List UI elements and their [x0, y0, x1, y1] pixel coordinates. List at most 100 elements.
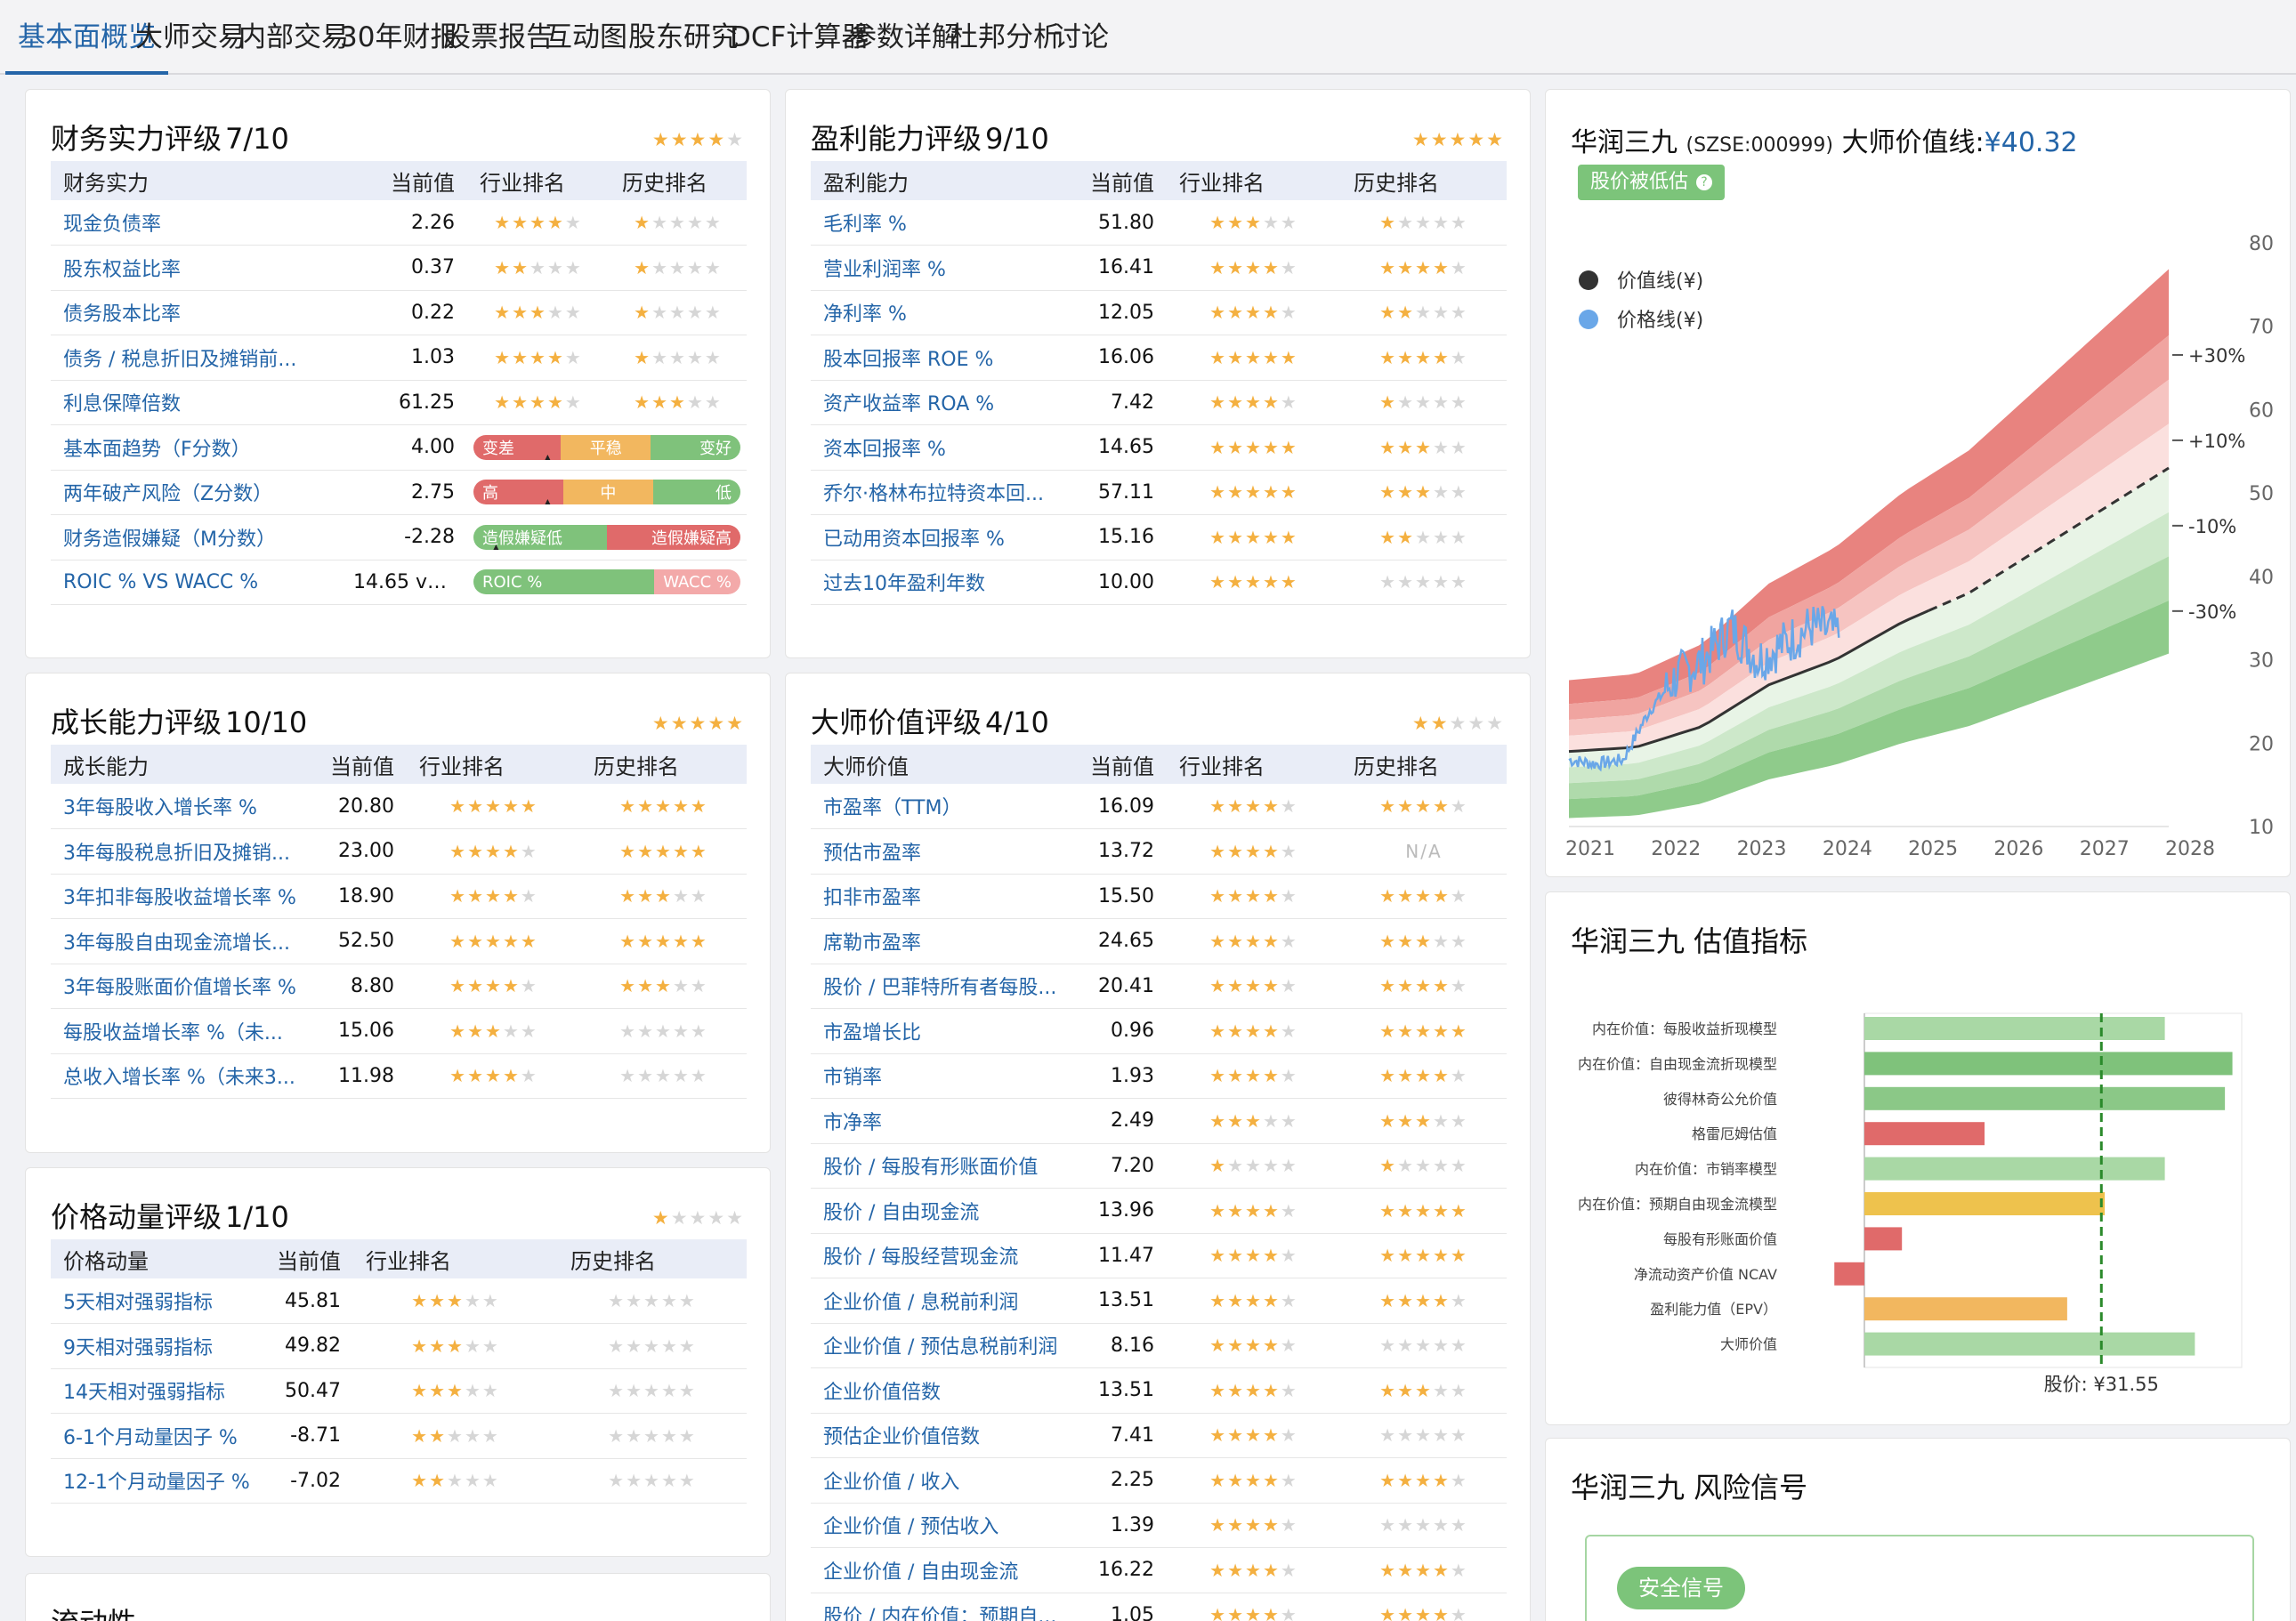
column-header: 行业排名	[353, 1239, 558, 1278]
metric-link[interactable]: 每股收益增长率 %（未...	[51, 1008, 309, 1054]
table-row: 基本面趋势（F分数） 4.00 变差 平稳 变好 ▲	[51, 424, 747, 471]
metric-link[interactable]: 股本回报率 ROE %	[811, 335, 1069, 381]
y-tick-label: 40	[2249, 567, 2274, 589]
star-icon: ★	[1432, 302, 1451, 324]
nav-tab-4[interactable]: 股票报告	[443, 0, 554, 75]
nav-tab-7[interactable]: DCF计算器	[730, 0, 869, 75]
metric-link[interactable]: 债务股本比率	[51, 290, 353, 335]
master-value-card: 大师价值评级 4/10 ★★★★★ 大师价值 当前值 行业排名 历史排名 市盈率（TTM）…	[785, 673, 1531, 1621]
metric-link[interactable]: 两年破产风险（Z分数）	[51, 470, 353, 515]
nav-tab-10[interactable]: 讨论	[1054, 0, 1109, 75]
star-icon: ★	[626, 1380, 644, 1402]
star-icon: ★	[429, 1335, 448, 1357]
metric-link[interactable]: 预估企业价值倍数	[811, 1413, 1069, 1458]
metric-link[interactable]: 企业价值 / 收入	[811, 1457, 1069, 1504]
metric-link[interactable]: 扣非市盈率	[811, 874, 1069, 919]
metric-link[interactable]: 营业利润率 %	[811, 245, 1069, 291]
metric-link[interactable]: 企业价值倍数	[811, 1367, 1069, 1414]
metric-link[interactable]: 3年每股自由现金流增长...	[51, 918, 309, 964]
band-label: -10%	[2188, 516, 2236, 537]
table-row: 6-1个月动量因子 % -8.71 ★★★★★ ★★★★★	[51, 1413, 747, 1459]
metric-link[interactable]: 股价 / 内在价值：预期自...	[811, 1593, 1069, 1621]
star-icon: ★	[1397, 1155, 1416, 1177]
metric-link[interactable]: 席勒市盈率	[811, 918, 1069, 964]
valuation-bar	[1864, 1227, 1903, 1251]
star-icon: ★	[1227, 1245, 1246, 1267]
metric-link[interactable]: 股东权益比率	[51, 245, 353, 291]
metric-link[interactable]: 6-1个月动量因子 %	[51, 1413, 255, 1459]
nav-tab-3[interactable]: 30年财报	[340, 0, 457, 75]
metric-link[interactable]: 财务造假嫌疑（M分数）	[51, 514, 353, 560]
metric-link[interactable]: 企业价值 / 自由现金流	[811, 1547, 1069, 1593]
metric-link[interactable]: 股价 / 每股经营现金流	[811, 1233, 1069, 1278]
star-icon: ★	[1397, 302, 1416, 324]
metric-link[interactable]: 过去10年盈利年数	[811, 560, 1069, 605]
star-icon: ★	[707, 129, 727, 150]
star-icon: ★	[467, 930, 486, 952]
star-icon: ★	[1379, 1514, 1398, 1536]
star-icon: ★	[669, 391, 687, 414]
star-icon: ★	[1262, 256, 1281, 278]
valuation-bar	[1864, 1192, 2106, 1215]
metric-link[interactable]: 企业价值 / 息税前利润	[811, 1278, 1069, 1324]
metric-link[interactable]: 企业价值 / 预估收入	[811, 1503, 1069, 1548]
star-icon: ★	[1379, 1424, 1398, 1447]
star-icon: ★	[686, 302, 705, 324]
industry-rank-stars: ★★★★★	[1167, 1233, 1341, 1278]
metric-value: 8.80	[309, 964, 407, 1009]
metric-link[interactable]: 净利率 %	[811, 290, 1069, 335]
metric-link[interactable]: 市盈率（TTM）	[811, 784, 1069, 829]
star-icon: ★	[1432, 526, 1451, 548]
metric-link[interactable]: 现金负债率	[51, 200, 353, 246]
metric-link[interactable]: 基本面趋势（F分数）	[51, 424, 353, 471]
star-icon: ★	[1280, 571, 1298, 593]
metric-value: 7.42	[1069, 380, 1167, 425]
metric-link[interactable]: ROIC % VS WACC %	[51, 560, 353, 605]
metric-link[interactable]: 已动用资本回报率 %	[811, 514, 1069, 560]
metric-link[interactable]: 乔尔·格林布拉特资本回...	[811, 470, 1069, 515]
metric-link[interactable]: 股价 / 巴菲特所有者每股...	[811, 964, 1069, 1009]
metric-link[interactable]: 3年每股收入增长率 %	[51, 784, 309, 829]
metric-link[interactable]: 3年每股税息折旧及摊销...	[51, 828, 309, 875]
metric-link[interactable]: 9天相对强弱指标	[51, 1323, 255, 1369]
metric-link[interactable]: 市净率	[811, 1098, 1069, 1144]
star-icon: ★	[672, 840, 691, 862]
metric-link[interactable]: 资产收益率 ROA %	[811, 380, 1069, 425]
profitability-stars: ★★★★★	[1412, 131, 1505, 149]
star-icon: ★	[530, 391, 547, 414]
metric-link[interactable]: 债务 / 税息折旧及摊销前...	[51, 335, 353, 381]
valuation-bar	[1864, 1297, 2067, 1321]
star-icon: ★	[1432, 481, 1451, 504]
metric-link[interactable]: 股价 / 自由现金流	[811, 1188, 1069, 1234]
nav-tab-1[interactable]: 大师交易	[135, 0, 246, 75]
metric-link[interactable]: 5天相对强弱指标	[51, 1278, 255, 1324]
metric-link[interactable]: 14天相对强弱指标	[51, 1368, 255, 1414]
metric-link[interactable]: 3年扣非每股收益增长率 %	[51, 874, 309, 919]
metric-link[interactable]: 3年每股账面价值增长率 %	[51, 964, 309, 1009]
metric-link[interactable]: 市销率	[811, 1053, 1069, 1099]
nav-tab-8[interactable]: 参数详解	[849, 0, 959, 75]
metric-link[interactable]: 毛利率 %	[811, 200, 1069, 246]
star-icon: ★	[1379, 1469, 1398, 1491]
nav-tab-6[interactable]: 股东研究	[628, 0, 739, 75]
metric-link[interactable]: 总收入增长率 %（未来3...	[51, 1053, 309, 1099]
star-icon: ★	[1245, 571, 1263, 593]
metric-link[interactable]: 市盈增长比	[811, 1008, 1069, 1054]
nav-tab-5[interactable]: 互动图	[545, 0, 627, 75]
safe-signal-badge[interactable]: 安全信号	[1617, 1567, 1745, 1609]
table-row: 企业价值倍数 13.51 ★★★★★ ★★★★★	[811, 1367, 1507, 1414]
nav-tab-2[interactable]: 内部交易	[238, 0, 349, 75]
star-icon: ★	[502, 975, 521, 997]
metric-link[interactable]: 预估市盈率	[811, 828, 1069, 875]
metric-link[interactable]: 股价 / 每股有形账面价值	[811, 1143, 1069, 1189]
metric-link[interactable]: 资本回报率 %	[811, 424, 1069, 471]
star-icon: ★	[619, 885, 638, 907]
nav-tab-9[interactable]: 杜邦分析	[950, 0, 1061, 75]
star-icon: ★	[651, 1207, 671, 1229]
metric-link[interactable]: 12-1个月动量因子 %	[51, 1458, 255, 1504]
metric-link[interactable]: 利息保障倍数	[51, 380, 353, 425]
metric-link[interactable]: 企业价值 / 预估息税前利润	[811, 1323, 1069, 1368]
star-icon: ★	[1397, 1065, 1416, 1087]
star-icon: ★	[1280, 1289, 1298, 1311]
star-icon: ★	[1262, 1245, 1281, 1267]
